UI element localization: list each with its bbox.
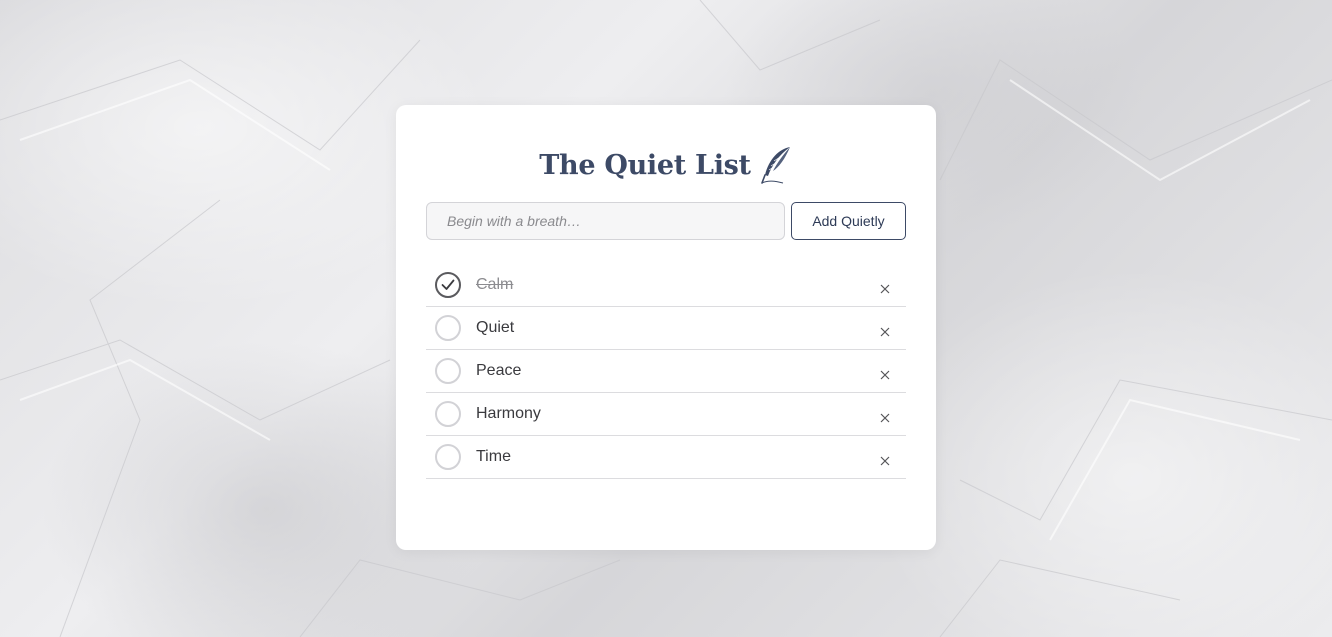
task-label: Calm [476, 276, 514, 293]
task-checkbox[interactable] [435, 315, 461, 341]
close-icon [880, 370, 890, 380]
close-icon [880, 413, 890, 423]
task-label: Time [476, 448, 511, 465]
close-icon [880, 327, 890, 337]
page-title: The Quiet List [539, 149, 751, 181]
delete-task-button[interactable] [878, 368, 892, 382]
add-task-form: Add Quietly [426, 202, 906, 240]
task-item: Calm [426, 264, 906, 307]
close-icon [880, 284, 890, 294]
task-input[interactable] [426, 202, 785, 240]
task-checkbox[interactable] [435, 444, 461, 470]
task-item: Quiet [426, 307, 906, 350]
delete-task-button[interactable] [878, 411, 892, 425]
close-icon [880, 456, 890, 466]
delete-task-button[interactable] [878, 454, 892, 468]
delete-task-button[interactable] [878, 325, 892, 339]
add-quietly-button[interactable]: Add Quietly [791, 202, 906, 240]
task-item: Time [426, 436, 906, 479]
task-checkbox[interactable] [435, 358, 461, 384]
task-item: Peace [426, 350, 906, 393]
task-label: Quiet [476, 319, 515, 336]
checkmark-icon [441, 279, 455, 290]
todo-card: The Quiet List Add Quietly Calm [396, 105, 936, 550]
task-label: Harmony [476, 405, 541, 422]
task-checkbox[interactable] [435, 401, 461, 427]
task-checkbox[interactable] [435, 272, 461, 298]
task-list: Calm Quiet Peace Harmony Time [426, 264, 906, 479]
header: The Quiet List [396, 143, 936, 187]
quill-feather-icon [760, 147, 790, 184]
delete-task-button[interactable] [878, 282, 892, 296]
task-item: Harmony [426, 393, 906, 436]
task-label: Peace [476, 362, 522, 379]
